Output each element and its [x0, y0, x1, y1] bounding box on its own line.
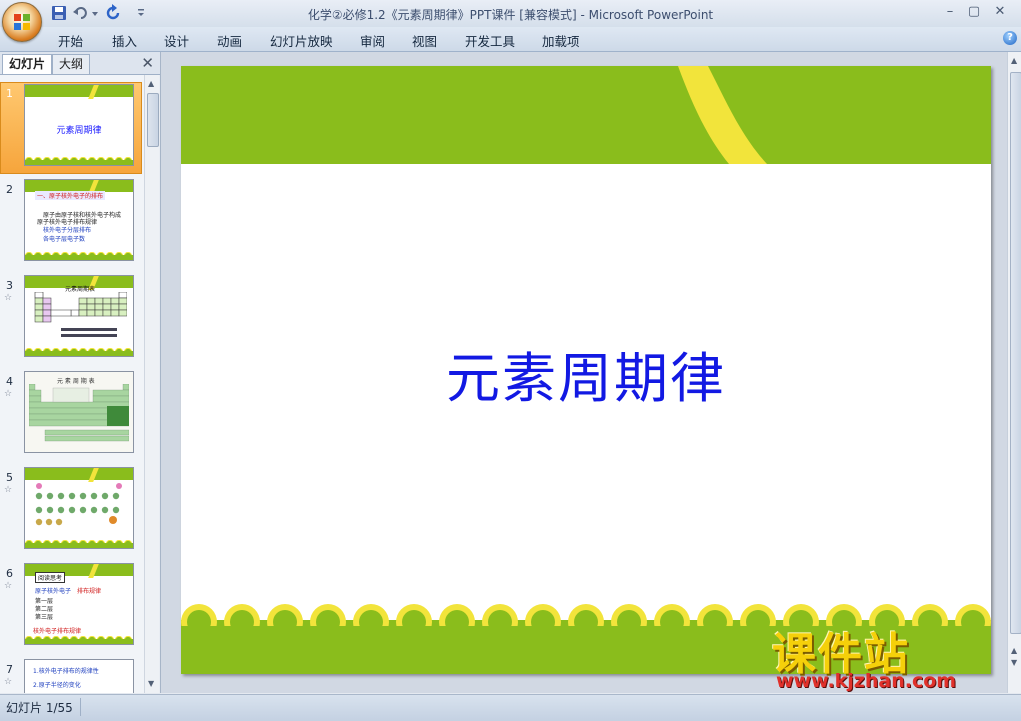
tab-outline[interactable]: 大纲	[52, 54, 91, 74]
thumb-line: 第三层	[35, 614, 54, 621]
thumb-header: 阅读思考	[35, 572, 66, 583]
next-slide-icon[interactable]: ▼	[1011, 658, 1017, 667]
help-icon[interactable]: ?	[1003, 31, 1017, 45]
ribbon-tabs: 开始 插入 设计 动画 幻灯片放映 审阅 视图 开发工具 加载项 ?	[0, 27, 1021, 52]
thumb-line: 排布规律	[77, 588, 102, 595]
thumb-number: 7	[6, 663, 13, 676]
thumb-number: 5	[6, 471, 13, 484]
atom-models-thumbnail	[35, 483, 122, 526]
slide-edit-area: 元素周期律	[161, 52, 1007, 693]
slide-thumbnail-5[interactable]	[24, 467, 134, 549]
watermark-url: www.kjzhan.com	[776, 670, 957, 692]
tab-slideshow[interactable]: 幻灯片放映	[270, 31, 333, 50]
tab-addins[interactable]: 加载项	[542, 31, 580, 50]
pane-tabs: 幻灯片 大纲 ✕	[0, 52, 160, 75]
thumb-number: 6	[6, 567, 13, 580]
close-button[interactable]: ✕	[988, 2, 1012, 22]
maximize-button[interactable]: ▢	[962, 2, 986, 22]
minimize-button[interactable]: –	[938, 2, 962, 22]
scroll-down-icon[interactable]: ▼	[148, 679, 154, 688]
animation-star-icon: ☆	[4, 581, 13, 591]
title-bar: 化学②必修1.2《元素周期律》PPT课件 [兼容模式] - Microsoft …	[0, 0, 1021, 42]
animation-star-icon: ☆	[4, 485, 13, 495]
tab-review[interactable]: 审阅	[360, 31, 385, 50]
slide-scrollbar[interactable]: ▲ ▲ ▼	[1007, 52, 1021, 693]
thumb-number: 1	[6, 87, 13, 100]
thumb-title: 元素周期律	[56, 126, 102, 136]
tab-view[interactable]: 视图	[412, 31, 437, 50]
thumb-number: 4	[6, 375, 13, 388]
periodic-table-thumbnail	[29, 384, 129, 442]
slide-thumbnail-1[interactable]: 元素周期律	[24, 84, 134, 166]
scroll-up-icon[interactable]: ▲	[1011, 56, 1017, 65]
tab-slides[interactable]: 幻灯片	[2, 54, 53, 74]
window-title: 化学②必修1.2《元素周期律》PPT课件 [兼容模式] - Microsoft …	[307, 8, 714, 22]
slide-thumbnails[interactable]: 1 元素周期律 2 一、原子核外电子的排布 原子由原子核和核外电子构成 原子核外…	[0, 75, 144, 693]
office-logo-icon	[14, 14, 30, 30]
thumb-header: 一、原子核外电子的排布	[35, 191, 106, 200]
slide-thumbnail-2[interactable]: 一、原子核外电子的排布 原子由原子核和核外电子构成 原子核外电子排布规律 核外电…	[24, 179, 134, 261]
slide-thumbnail-4[interactable]: 元 素 周 期 表	[24, 371, 134, 453]
thumb-line: 1.核外电子排布的规律性	[33, 668, 99, 675]
thumb-line: 核外电子分层排布	[43, 227, 92, 234]
slide-thumbnail-3[interactable]: 元素周期表	[24, 275, 134, 357]
thumb-number: 3	[6, 279, 13, 292]
scroll-up-icon[interactable]: ▲	[148, 79, 154, 88]
slides-pane: 幻灯片 大纲 ✕ 1 元素周期律 2 一、原子核外电子的排布 原子由原子核和核外…	[0, 52, 161, 693]
pane-close-icon[interactable]: ✕	[141, 54, 154, 72]
thumb-line: 原子核外电子	[35, 588, 72, 595]
thumb-line: 2.原子半径的变化	[33, 682, 81, 689]
animation-star-icon: ☆	[4, 677, 13, 687]
tab-developer[interactable]: 开发工具	[465, 31, 515, 50]
slide-yellow-stripe	[678, 66, 767, 164]
scroll-thumb[interactable]	[1010, 72, 1021, 634]
slide-thumbnail-6[interactable]: 阅读思考 原子核外电子 排布规律 第一层 第二层 第三层 核外电子排布规律	[24, 563, 134, 645]
slide-title[interactable]: 元素周期律	[181, 334, 991, 413]
periodic-table-thumbnail	[34, 292, 127, 337]
tab-design[interactable]: 设计	[164, 31, 189, 50]
thumb-number: 2	[6, 183, 13, 196]
thumb-line: 各电子层电子数	[43, 236, 86, 243]
prev-slide-icon[interactable]: ▲	[1011, 646, 1017, 655]
animation-star-icon: ☆	[4, 293, 13, 303]
scroll-thumb[interactable]	[147, 93, 159, 147]
status-bar: 幻灯片 1/55	[0, 694, 1021, 721]
animation-star-icon: ☆	[4, 389, 13, 399]
slide-thumbnail-7[interactable]: 1.核外电子排布的规律性 2.原子半径的变化	[24, 659, 134, 693]
tab-insert[interactable]: 插入	[112, 31, 137, 50]
office-button[interactable]	[2, 2, 42, 42]
tab-home[interactable]: 开始	[58, 31, 83, 50]
current-slide[interactable]: 元素周期律	[181, 66, 991, 674]
tab-animations[interactable]: 动画	[217, 31, 242, 50]
watermark: 课件站 www.kjzhan.com	[770, 618, 1010, 698]
status-divider	[80, 698, 81, 716]
thumbnails-scrollbar[interactable]: ▲ ▼	[144, 75, 159, 693]
slide-counter: 幻灯片 1/55	[6, 701, 73, 715]
